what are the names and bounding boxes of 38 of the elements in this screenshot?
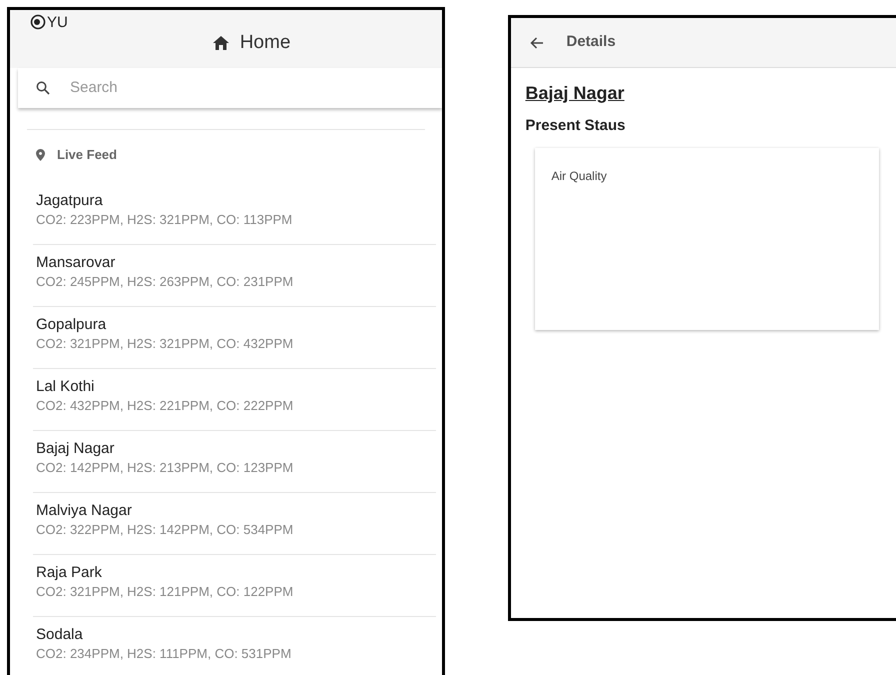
feed-item[interactable]: Bajaj Nagar CO2: 142PPM, H2S: 213PPM, CO: 123PPM — [33, 430, 436, 492]
gas-readings: CO2: 321PPM, H2S: 321PPM, CO: 432PPM — [36, 334, 294, 352]
gas-readings: CO2: 321PPM, H2S: 121PPM, CO: 122PPM — [36, 582, 294, 600]
logo-icon — [30, 14, 46, 30]
back-arrow-icon[interactable] — [530, 36, 544, 48]
gas-readings: CO2: 234PPM, H2S: 111PPM, CO: 531PPM — [36, 644, 292, 662]
gas-readings: CO2: 432PPM, H2S: 221PPM, CO: 222PPM — [36, 396, 294, 414]
location-name: Sodala — [36, 624, 84, 644]
card-title: Air Quality — [551, 168, 607, 182]
gas-readings: CO2: 223PPM, H2S: 321PPM, CO: 113PPM — [36, 210, 294, 228]
gas-readings: CO2: 142PPM, H2S: 213PPM, CO: 123PPM — [36, 458, 294, 476]
location-name: Jagatpura — [36, 190, 104, 210]
feed-item[interactable]: Malviya Nagar CO2: 322PPM, H2S: 142PPM, CO: 534PPM — [33, 492, 436, 554]
gas-readings: CO2: 322PPM, H2S: 142PPM, CO: 534PPM — [36, 520, 294, 538]
location-name: Lal Kothi — [36, 376, 96, 396]
feed-item[interactable]: Jagatpura CO2: 223PPM, H2S: 321PPM, CO: 113PPM — [33, 182, 436, 244]
screen-title: Details — [566, 32, 616, 52]
feed-item[interactable]: Raja Park CO2: 321PPM, H2S: 121PPM, CO: 122PPM — [33, 554, 436, 616]
place-title: Bajaj Nagar — [525, 82, 624, 105]
search-field[interactable]: Search — [18, 68, 442, 108]
feed-item[interactable]: Mansarovar CO2: 245PPM, H2S: 263PPM, CO: 231PPM — [33, 244, 436, 306]
section-heading: Live Feed — [57, 146, 117, 164]
location-name: Raja Park — [36, 562, 103, 582]
location-name: Gopalpura — [36, 314, 108, 334]
home-icon — [212, 35, 230, 52]
search-input[interactable]: Search — [70, 76, 370, 100]
screen-title: Home — [240, 31, 291, 55]
search-icon — [36, 81, 50, 95]
gas-readings: CO2: 245PPM, H2S: 263PPM, CO: 231PPM — [36, 272, 294, 290]
location-name: Mansarovar — [36, 252, 116, 272]
location-name: Bajaj Nagar — [36, 438, 116, 458]
feed-item[interactable]: Lal Kothi CO2: 432PPM, H2S: 221PPM, CO: 222PPM — [33, 368, 436, 430]
section-heading: Present Staus — [525, 116, 626, 136]
feed-item[interactable]: Sodala CO2: 234PPM, H2S: 111PPM, CO: 531PPM — [33, 616, 436, 675]
location-name: Malviya Nagar — [36, 500, 133, 520]
logo-text: YU — [47, 14, 68, 30]
feed-item[interactable]: Gopalpura CO2: 321PPM, H2S: 321PPM, CO: 432PPM — [33, 306, 436, 368]
location-pin-icon — [36, 148, 45, 161]
